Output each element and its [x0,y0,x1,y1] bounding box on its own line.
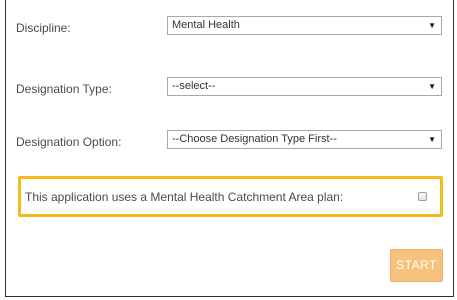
chevron-down-icon: ▼ [428,82,436,91]
chevron-down-icon: ▼ [428,21,436,30]
catchment-checkbox[interactable] [418,192,427,201]
discipline-select[interactable]: Mental Health ▼ [167,16,442,35]
discipline-selected-value: Mental Health [172,19,240,31]
form-panel: Discipline: Mental Health ▼ Designation … [5,0,454,297]
designation-option-label: Designation Option: [16,135,122,149]
designation-type-label: Designation Type: [16,82,112,96]
start-button[interactable]: START [390,249,443,282]
designation-type-select[interactable]: --select-- ▼ [167,77,442,96]
catchment-label: This application uses a Mental Health Ca… [25,190,344,204]
catchment-highlight: This application uses a Mental Health Ca… [18,176,443,217]
designation-type-selected-value: --select-- [172,80,216,92]
designation-option-select[interactable]: --Choose Designation Type First-- ▼ [167,130,442,149]
discipline-label: Discipline: [16,21,71,35]
chevron-down-icon: ▼ [428,135,436,144]
designation-option-selected-value: --Choose Designation Type First-- [172,133,337,145]
